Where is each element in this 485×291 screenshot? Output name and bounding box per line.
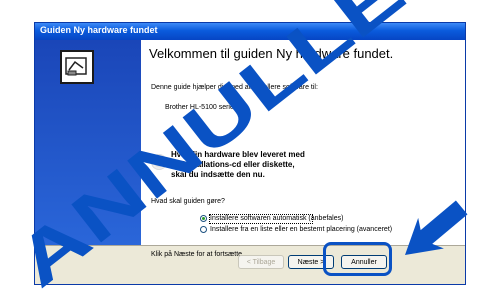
annuller-watermark: ANNULLER [1,0,475,291]
arrow-icon [405,200,468,255]
annotation-overlay: ANNULLER [1,0,475,291]
